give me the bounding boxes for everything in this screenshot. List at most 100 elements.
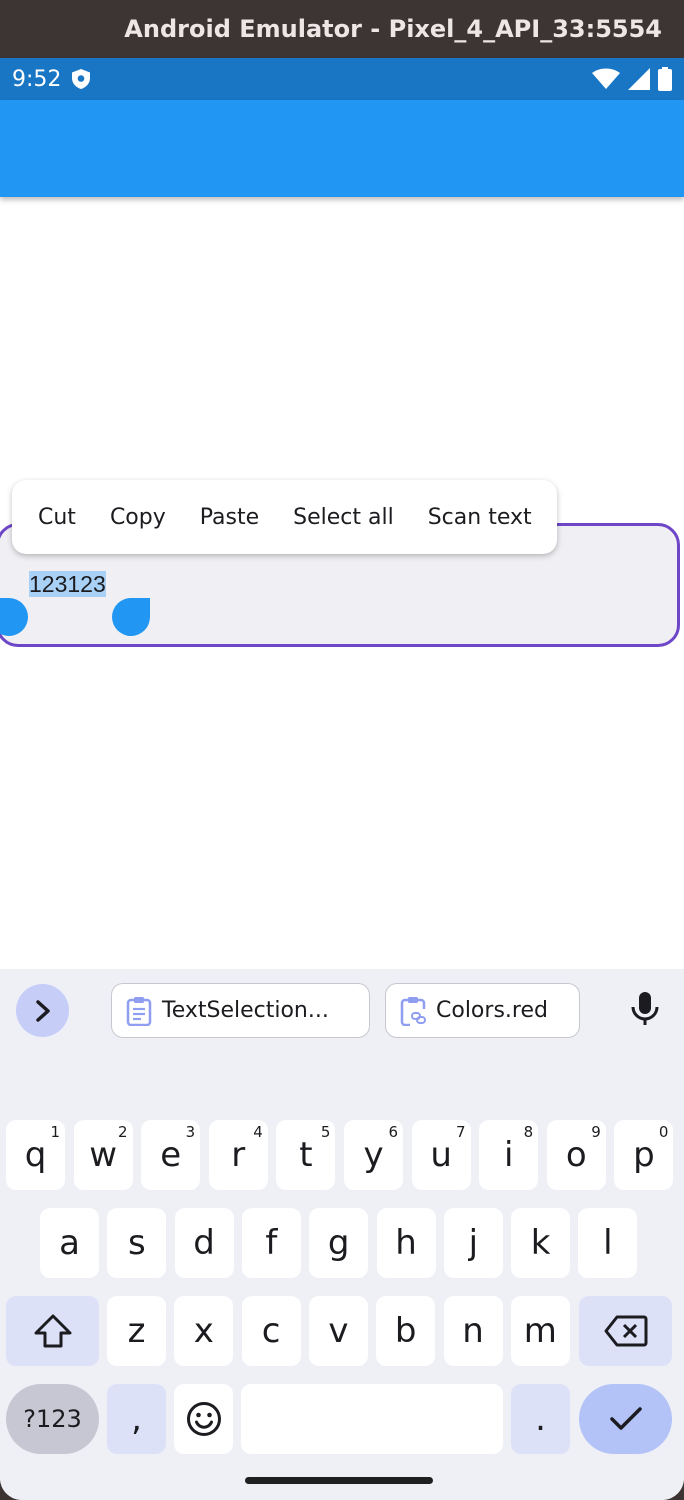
clipboard-link-suggestion-chip[interactable]: Colors.red — [385, 983, 580, 1038]
clipboard-suggestion-chip[interactable]: TextSelection... — [111, 983, 370, 1038]
key-label: s — [127, 1223, 146, 1263]
copy-button[interactable]: Copy — [93, 505, 183, 530]
key-number-hint: 8 — [523, 1123, 534, 1141]
key-label: l — [603, 1223, 613, 1263]
key-number-hint: 5 — [320, 1123, 331, 1141]
paste-button[interactable]: Paste — [183, 505, 276, 530]
key-number-hint: 9 — [591, 1123, 601, 1141]
key-c[interactable]: c — [241, 1296, 301, 1366]
key-n[interactable]: n — [443, 1296, 503, 1366]
key-z[interactable]: z — [107, 1296, 166, 1366]
key-label: q — [24, 1135, 47, 1175]
shield-icon — [72, 69, 91, 89]
text-selection-toolbar: Cut Copy Paste Select all Scan text — [12, 480, 557, 554]
device-screen: 9:52 123123 Cut Copy Paste Select all Sc — [0, 58, 684, 1500]
key-label: a — [59, 1223, 80, 1263]
key-q[interactable]: q1 — [6, 1120, 65, 1190]
emoji-key[interactable] — [174, 1384, 233, 1454]
key-g[interactable]: g — [309, 1208, 369, 1278]
key-s[interactable]: s — [107, 1208, 167, 1278]
key-label: f — [265, 1223, 278, 1263]
key-t[interactable]: t5 — [276, 1120, 336, 1190]
key-label: w — [89, 1135, 117, 1175]
key-label: b — [394, 1311, 417, 1351]
checkmark-icon — [609, 1407, 642, 1430]
scan-text-button[interactable]: Scan text — [411, 505, 549, 530]
key-i[interactable]: i8 — [479, 1120, 539, 1190]
key-e[interactable]: e3 — [141, 1120, 201, 1190]
key-j[interactable]: j — [443, 1208, 503, 1278]
key-label: t — [299, 1135, 313, 1175]
key-label: k — [530, 1223, 551, 1263]
key-f[interactable]: f — [241, 1208, 301, 1278]
key-label: e — [160, 1135, 182, 1175]
gesture-nav-handle[interactable] — [245, 1477, 433, 1484]
emoji-icon — [186, 1402, 221, 1436]
key-label: y — [363, 1135, 384, 1175]
battery-icon — [658, 67, 672, 91]
key-label: v — [328, 1311, 349, 1351]
key-label: m — [523, 1311, 557, 1351]
key-x[interactable]: x — [174, 1296, 234, 1366]
suggestion-strip: TextSelection... Colors.red — [0, 969, 684, 1051]
key-b[interactable]: b — [376, 1296, 436, 1366]
microphone-icon[interactable] — [628, 991, 662, 1027]
status-bar: 9:52 — [0, 58, 684, 100]
key-label: x — [193, 1311, 214, 1351]
key-number-hint: 7 — [456, 1123, 466, 1141]
selected-text: 123123 — [29, 571, 106, 597]
period-key[interactable]: . — [511, 1384, 570, 1454]
app-bar — [0, 100, 684, 197]
key-o[interactable]: o9 — [546, 1120, 606, 1190]
key-label: i — [503, 1135, 514, 1175]
status-time: 9:52 — [12, 66, 62, 92]
soft-keyboard: TextSelection... Colors.red q1w2e3r4t5y6… — [0, 969, 684, 1500]
backspace-key[interactable] — [579, 1296, 672, 1366]
cell-signal-icon — [628, 68, 650, 90]
chip-label: Colors.red — [436, 998, 548, 1023]
key-v[interactable]: v — [308, 1296, 368, 1366]
text-field-value[interactable]: 123123 — [29, 571, 106, 598]
shift-key[interactable] — [6, 1296, 99, 1366]
window-title: Android Emulator - Pixel_4_API_33:5554 — [124, 15, 662, 43]
space-key[interactable] — [241, 1384, 503, 1454]
key-number-hint: 1 — [50, 1123, 60, 1141]
key-h[interactable]: h — [376, 1208, 436, 1278]
selection-handle-end[interactable] — [112, 598, 150, 636]
key-u[interactable]: u7 — [411, 1120, 471, 1190]
key-label: h — [395, 1223, 417, 1263]
key-p[interactable]: p0 — [614, 1120, 674, 1190]
key-label: u — [430, 1135, 452, 1175]
key-y[interactable]: y6 — [344, 1120, 403, 1190]
cut-button[interactable]: Cut — [21, 505, 93, 530]
key-number-hint: 2 — [118, 1123, 128, 1141]
key-number-hint: 6 — [388, 1123, 398, 1141]
key-number-hint: 3 — [185, 1123, 196, 1141]
key-l[interactable]: l — [578, 1208, 638, 1278]
key-label: n — [462, 1311, 484, 1351]
select-all-button[interactable]: Select all — [276, 505, 411, 530]
key-label: g — [327, 1223, 350, 1263]
key-label: j — [468, 1223, 479, 1263]
clipboard-icon — [126, 996, 152, 1026]
enter-key[interactable] — [579, 1384, 672, 1454]
key-m[interactable]: m — [510, 1296, 570, 1366]
symbols-key[interactable]: ?123 — [6, 1384, 99, 1454]
status-icons — [592, 67, 672, 91]
key-r[interactable]: r4 — [208, 1120, 268, 1190]
key-label: d — [193, 1223, 215, 1263]
key-k[interactable]: k — [511, 1208, 571, 1278]
key-w[interactable]: w2 — [73, 1120, 133, 1190]
comma-key[interactable]: , — [107, 1384, 166, 1454]
key-d[interactable]: d — [174, 1208, 234, 1278]
key-label: c — [261, 1311, 281, 1351]
clipboard-link-icon — [400, 996, 426, 1026]
backspace-icon — [604, 1315, 647, 1347]
shift-icon — [34, 1314, 71, 1348]
chip-label: TextSelection... — [162, 998, 329, 1023]
key-a[interactable]: a — [40, 1208, 99, 1278]
key-label: o — [565, 1135, 587, 1175]
expand-toolbar-button[interactable] — [16, 984, 69, 1037]
key-label: z — [127, 1311, 146, 1351]
key-label: r — [231, 1135, 246, 1175]
